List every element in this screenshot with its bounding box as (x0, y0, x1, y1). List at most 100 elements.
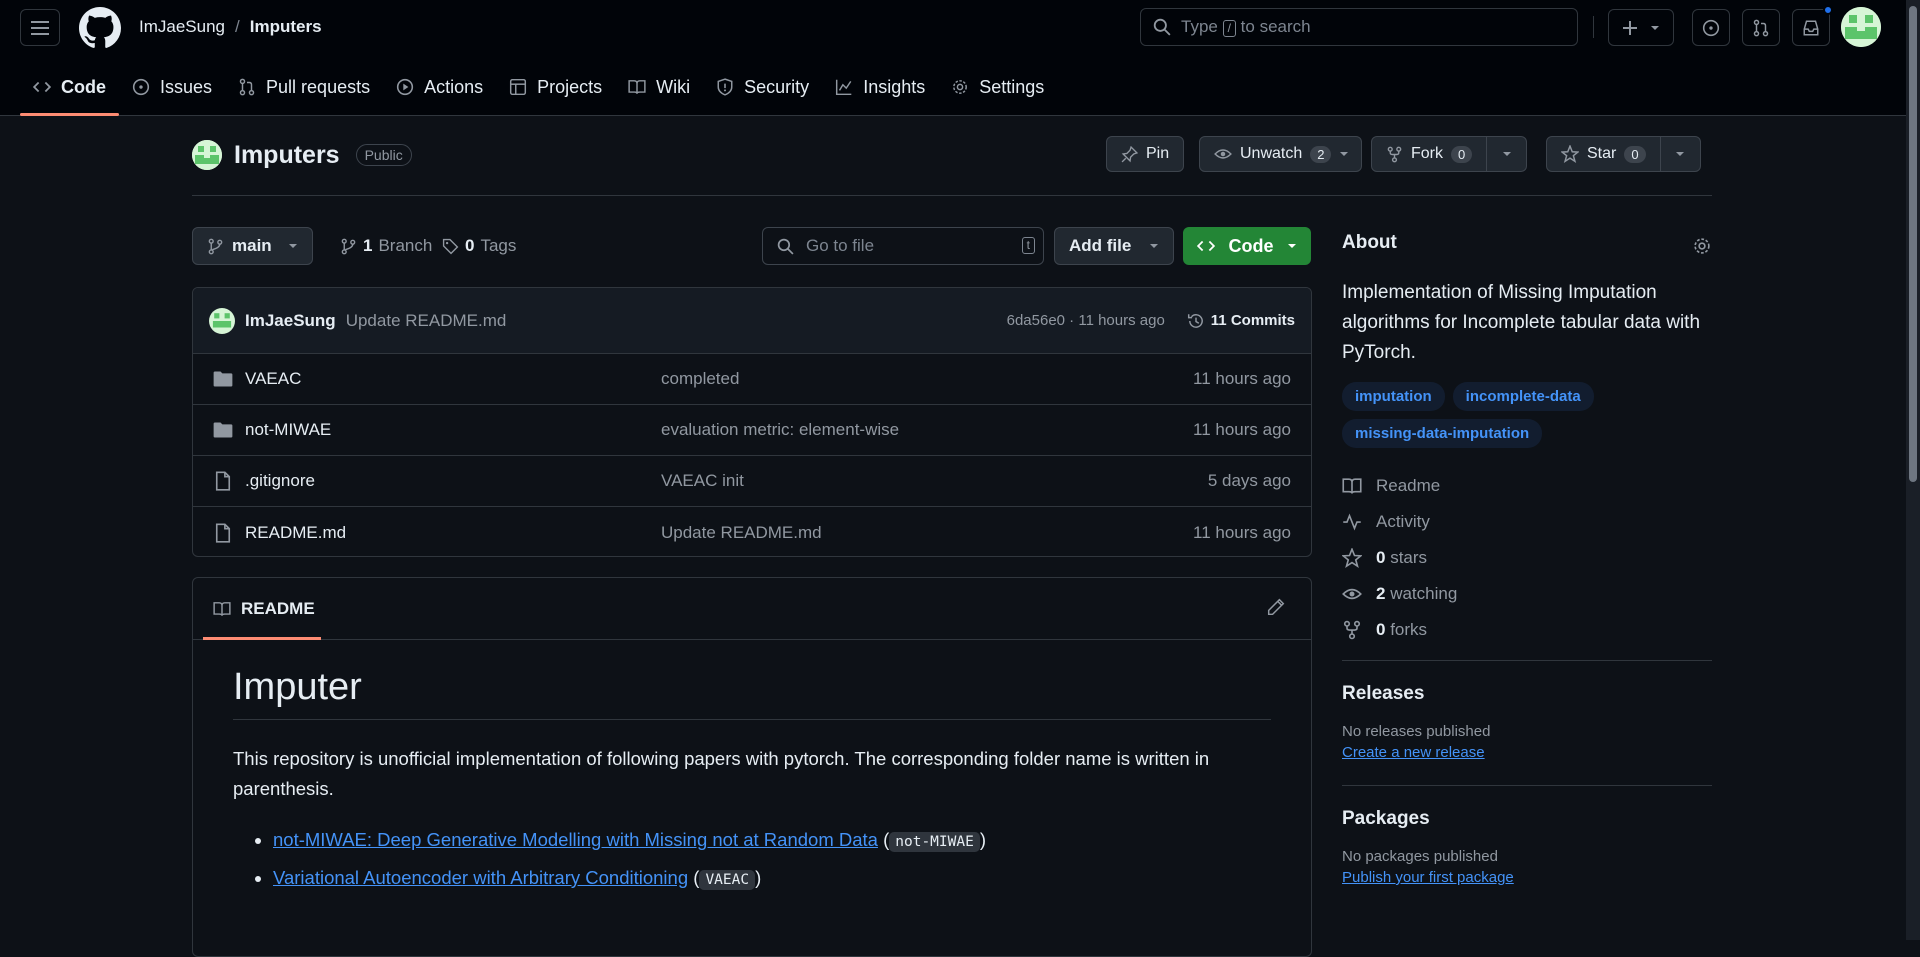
commits-count: 11 Commits (1210, 312, 1295, 329)
inbox-button[interactable] (1792, 9, 1830, 46)
code-button[interactable]: Code (1183, 227, 1311, 265)
commit-message-link[interactable]: Update README.md (346, 311, 507, 331)
author-avatar[interactable] (209, 307, 235, 334)
fork-label: Fork (1411, 145, 1443, 162)
tab-insights[interactable]: Insights (822, 62, 938, 112)
add-file-label: Add file (1069, 236, 1132, 255)
book-icon (628, 80, 646, 94)
file-name-link[interactable]: .gitignore (245, 471, 661, 491)
chevron-down-icon[interactable] (1339, 149, 1349, 159)
file-name-link[interactable]: README.md (245, 523, 661, 543)
folder-icon (213, 422, 233, 438)
create-release-link[interactable]: Create a new release (1342, 744, 1712, 761)
file-commit-link[interactable]: completed (661, 369, 1193, 389)
readme-link[interactable]: Readme (1342, 468, 1712, 504)
file-row[interactable]: .gitignore VAEAC init 5 days ago (193, 456, 1311, 507)
tab-actions[interactable]: Actions (383, 62, 496, 112)
file-commit-link[interactable]: evaluation metric: element-wise (661, 420, 1193, 440)
commit-author-link[interactable]: ImJaeSung (245, 311, 336, 331)
folder-icon (213, 371, 233, 387)
watching-link[interactable]: 2 watching (1342, 576, 1712, 612)
packages-title[interactable]: Packages (1342, 808, 1712, 830)
branch-word: Branch (378, 236, 433, 255)
releases-title[interactable]: Releases (1342, 683, 1712, 705)
history-icon (1187, 313, 1203, 328)
tab-settings[interactable]: Settings (938, 62, 1057, 112)
tab-label: Projects (537, 76, 603, 97)
breadcrumb-repo-link[interactable]: Imputers (250, 17, 322, 37)
star-button[interactable]: Star 0 (1546, 136, 1701, 172)
commits-link[interactable]: 11 Commits (1187, 312, 1295, 330)
topic-tag[interactable]: imputation (1342, 382, 1445, 411)
star-dropdown[interactable] (1659, 137, 1700, 171)
file-row[interactable]: README.md Update README.md 11 hours ago (193, 507, 1311, 556)
file-commit-link[interactable]: VAEAC init (661, 471, 1208, 491)
paper-link[interactable]: not-MIWAE: Deep Generative Modelling wit… (273, 829, 878, 850)
fork-icon (1343, 620, 1361, 640)
publish-package-link[interactable]: Publish your first package (1342, 869, 1712, 886)
repo-title[interactable]: Imputers (234, 141, 340, 170)
tags-link[interactable]: 0 Tags (442, 236, 516, 256)
forks-link[interactable]: 0 forks (1342, 612, 1712, 648)
tab-pull-requests[interactable]: Pull requests (225, 62, 383, 112)
paper-link[interactable]: Variational Autoencoder with Arbitrary C… (273, 867, 688, 888)
branch-selector[interactable]: main (192, 227, 313, 265)
commit-meta[interactable]: 6da56e0 · 11 hours ago (1007, 312, 1165, 329)
file-commit-link[interactable]: Update README.md (661, 523, 1193, 543)
breadcrumb-owner-link[interactable]: ImJaeSung (139, 17, 225, 37)
book-icon (1342, 478, 1362, 494)
about-title: About (1342, 232, 1397, 253)
github-logo-icon[interactable] (79, 7, 121, 49)
pencil-icon[interactable] (1267, 598, 1285, 616)
activity-link-label: Activity (1376, 512, 1430, 531)
menu-button[interactable] (20, 9, 60, 46)
identicon-icon (1841, 7, 1881, 47)
activity-link[interactable]: Activity (1342, 504, 1712, 540)
go-to-file-input[interactable]: Go to file t (762, 227, 1044, 265)
pin-label: Pin (1146, 145, 1170, 162)
create-new-button[interactable] (1608, 9, 1674, 46)
readme-tab[interactable]: README (241, 599, 315, 619)
tab-security[interactable]: Security (703, 62, 822, 112)
fork-button[interactable]: Fork 0 (1371, 136, 1528, 172)
file-row[interactable]: not-MIWAE evaluation metric: element-wis… (193, 405, 1311, 456)
topic-tag[interactable]: missing-data-imputation (1342, 419, 1543, 448)
user-avatar[interactable] (1841, 7, 1881, 47)
branch-icon (208, 238, 223, 254)
stars-link[interactable]: 0 stars (1342, 540, 1712, 576)
repo-header: Imputers Public (192, 140, 412, 170)
about-sidebar: About Implementation of Missing Imputati… (1342, 232, 1712, 886)
file-time: 11 hours ago (1193, 420, 1291, 439)
add-file-button[interactable]: Add file (1054, 227, 1175, 265)
pull-request-icon (239, 78, 255, 96)
file-table: ImJaeSung Update README.md 6da56e0 · 11 … (192, 287, 1312, 557)
branches-link[interactable]: 1 Branch (340, 236, 432, 256)
watching-word: watching (1390, 584, 1458, 603)
tab-label: Pull requests (266, 76, 371, 97)
tab-wiki[interactable]: Wiki (615, 62, 703, 112)
graph-icon (836, 79, 852, 96)
about-description: Implementation of Missing Imputation alg… (1342, 282, 1701, 363)
code-icon (1197, 240, 1215, 252)
repo-owner-avatar[interactable] (192, 140, 222, 170)
tab-projects[interactable]: Projects (496, 62, 615, 112)
go-to-file-placeholder: Go to file (806, 236, 875, 255)
tab-code[interactable]: Code (20, 62, 119, 116)
readme-body: Imputer This repository is unofficial im… (193, 640, 1311, 924)
fork-dropdown[interactable] (1486, 137, 1526, 171)
topic-tag[interactable]: incomplete-data (1452, 382, 1594, 411)
search-input[interactable]: Type / to search (1140, 8, 1578, 46)
scrollbar-thumb[interactable] (1909, 6, 1917, 482)
issues-button[interactable] (1692, 9, 1730, 46)
gear-icon[interactable] (1692, 236, 1712, 256)
tab-issues[interactable]: Issues (119, 62, 225, 112)
hamburger-icon (31, 20, 49, 35)
file-name-link[interactable]: VAEAC (245, 369, 661, 389)
unwatch-button[interactable]: Unwatch 2 (1199, 136, 1363, 172)
pin-button[interactable]: Pin (1106, 136, 1185, 172)
shield-icon (717, 78, 733, 96)
file-name-link[interactable]: not-MIWAE (245, 420, 661, 440)
file-row[interactable]: VAEAC completed 11 hours ago (193, 354, 1311, 405)
pull-requests-button[interactable] (1742, 9, 1780, 46)
tab-label: Insights (863, 76, 926, 97)
